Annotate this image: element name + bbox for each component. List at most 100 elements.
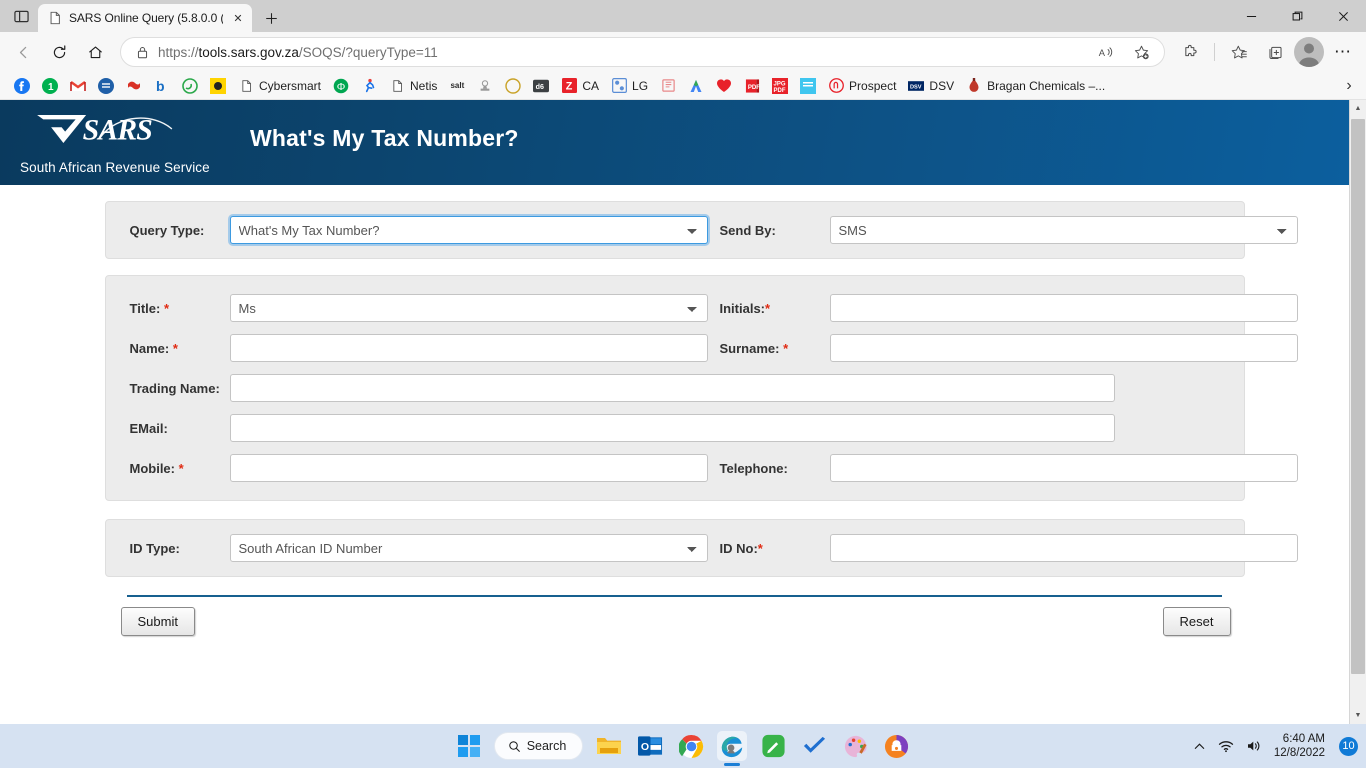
home-icon[interactable] xyxy=(78,37,112,67)
chrome-icon[interactable] xyxy=(676,731,706,761)
bookmark-item[interactable]: PDF xyxy=(738,75,766,97)
settings-more-icon[interactable]: ⋯ xyxy=(1326,37,1360,67)
lock-icon xyxy=(133,43,151,61)
email-input[interactable] xyxy=(230,414,1115,442)
initials-input[interactable] xyxy=(830,294,1298,322)
telephone-input[interactable] xyxy=(830,454,1298,482)
scroll-up-icon[interactable]: ▲ xyxy=(1350,100,1366,117)
scrollbar-track[interactable] xyxy=(1350,117,1366,707)
id-no-input[interactable] xyxy=(830,534,1298,562)
bookmark-item-ca[interactable]: ZCA xyxy=(555,75,605,97)
bookmark-item[interactable] xyxy=(120,75,148,97)
bookmark-item[interactable]: Φ xyxy=(327,75,355,97)
profile-icon[interactable] xyxy=(1294,37,1324,67)
bookmark-item[interactable]: 1 xyxy=(36,75,64,97)
maximize-button[interactable] xyxy=(1274,0,1320,32)
taskbar-center: Search O xyxy=(455,731,912,761)
reset-button[interactable]: Reset xyxy=(1163,607,1231,636)
bookmark-item[interactable] xyxy=(471,75,499,97)
adwords-icon xyxy=(688,78,704,94)
title-select[interactable]: Ms xyxy=(230,294,708,322)
bookmarks-bar: 1 b Cybersmart Φ Netis salt d6 ZCA LG PD… xyxy=(0,72,1366,100)
surname-input[interactable] xyxy=(830,334,1298,362)
taskbar-clock[interactable]: 6:40 AM 12/8/2022 xyxy=(1274,732,1325,760)
trading-name-label: Trading Name: xyxy=(130,381,230,396)
refresh-icon[interactable] xyxy=(42,37,76,67)
bookmark-item[interactable]: salt xyxy=(443,75,471,97)
send-by-select[interactable]: SMS xyxy=(830,216,1298,244)
bookmark-item-dsv[interactable]: DSVDSV xyxy=(902,75,960,97)
taskbar-search[interactable]: Search xyxy=(494,732,584,760)
outlook-icon[interactable]: O xyxy=(635,731,665,761)
new-tab-button[interactable] xyxy=(256,4,286,32)
scrollbar-thumb[interactable] xyxy=(1351,119,1365,674)
query-type-select[interactable]: What's My Tax Number? xyxy=(230,216,708,244)
scroll-down-icon[interactable]: ▼ xyxy=(1350,707,1366,724)
trading-name-input[interactable] xyxy=(230,374,1115,402)
required-marker: * xyxy=(173,341,178,356)
mobile-input[interactable] xyxy=(230,454,708,482)
page-icon xyxy=(47,11,62,26)
extensions-icon[interactable] xyxy=(1173,37,1207,67)
tab-search-icon[interactable] xyxy=(4,0,38,32)
browser-tab[interactable]: SARS Online Query (5.8.0.0 (PRO ✕ xyxy=(38,4,252,32)
bookmark-item[interactable]: b xyxy=(148,75,176,97)
red-ribbon-icon xyxy=(126,78,142,94)
todo-icon[interactable] xyxy=(799,731,829,761)
close-icon[interactable]: ✕ xyxy=(230,10,246,26)
wifi-icon[interactable] xyxy=(1218,739,1234,753)
bookmark-item[interactable] xyxy=(682,75,710,97)
send-by-label: Send By: xyxy=(720,223,830,238)
bookmark-item-lg[interactable]: LG xyxy=(605,75,654,97)
bookmark-label: Prospect xyxy=(849,79,896,93)
bookmark-item[interactable] xyxy=(92,75,120,97)
file-explorer-icon[interactable] xyxy=(594,731,624,761)
address-bar[interactable]: https://tools.sars.gov.za/SOQS/?queryTyp… xyxy=(120,37,1165,67)
tray-chevron-icon[interactable] xyxy=(1193,740,1206,753)
add-favorite-icon[interactable] xyxy=(1124,37,1158,67)
bookmark-item-bragan[interactable]: Bragan Chemicals –... xyxy=(960,75,1111,97)
bookmark-item[interactable] xyxy=(64,75,92,97)
bookmark-item[interactable]: JPGPDF xyxy=(766,75,794,97)
bookmark-item-cybersmart[interactable]: Cybersmart xyxy=(232,75,327,97)
bookmark-item[interactable] xyxy=(355,75,383,97)
read-aloud-icon[interactable]: A xyxy=(1088,37,1122,67)
bookmark-item[interactable]: d6 xyxy=(527,75,555,97)
avast-icon[interactable] xyxy=(881,731,911,761)
edge-icon[interactable] xyxy=(717,731,747,761)
submit-button[interactable]: Submit xyxy=(121,607,195,636)
volume-icon[interactable] xyxy=(1246,739,1262,753)
bookmark-item-netis[interactable]: Netis xyxy=(383,75,443,97)
title-field: Title: * Ms xyxy=(130,294,708,322)
collections-icon[interactable] xyxy=(1258,37,1292,67)
email-row: EMail: xyxy=(130,414,1220,442)
bookmark-item[interactable] xyxy=(654,75,682,97)
minimize-button[interactable] xyxy=(1228,0,1274,32)
bookmark-item[interactable] xyxy=(8,75,36,97)
bookmark-item[interactable] xyxy=(794,75,822,97)
bookmark-item[interactable] xyxy=(176,75,204,97)
green-phi-icon: Φ xyxy=(333,78,349,94)
notification-badge[interactable]: 10 xyxy=(1339,737,1358,756)
onenote-icon[interactable] xyxy=(758,731,788,761)
svg-text:DSV: DSV xyxy=(910,84,922,90)
close-button[interactable] xyxy=(1320,0,1366,32)
required-marker: * xyxy=(783,341,788,356)
name-surname-row: Name: * Surname: * xyxy=(130,334,1220,362)
favorites-icon[interactable] xyxy=(1222,37,1256,67)
vertical-scrollbar[interactable]: ▲ ▼ xyxy=(1349,100,1366,724)
bookmark-item[interactable] xyxy=(204,75,232,97)
id-type-select[interactable]: South African ID Number xyxy=(230,534,708,562)
page-icon xyxy=(389,78,405,94)
bookmark-item[interactable] xyxy=(710,75,738,97)
back-icon[interactable] xyxy=(6,37,40,67)
start-icon[interactable] xyxy=(455,732,483,760)
name-input[interactable] xyxy=(230,334,708,362)
bookmark-item-prospect[interactable]: Prospect xyxy=(822,75,902,97)
bookmark-label: Bragan Chemicals –... xyxy=(987,79,1105,93)
bookmark-item[interactable] xyxy=(499,75,527,97)
bookmarks-overflow-icon[interactable]: › xyxy=(1338,75,1360,97)
url-text: https://tools.sars.gov.za/SOQS/?queryTyp… xyxy=(158,45,438,60)
paint-icon[interactable] xyxy=(840,731,870,761)
svg-text:1: 1 xyxy=(48,82,54,93)
